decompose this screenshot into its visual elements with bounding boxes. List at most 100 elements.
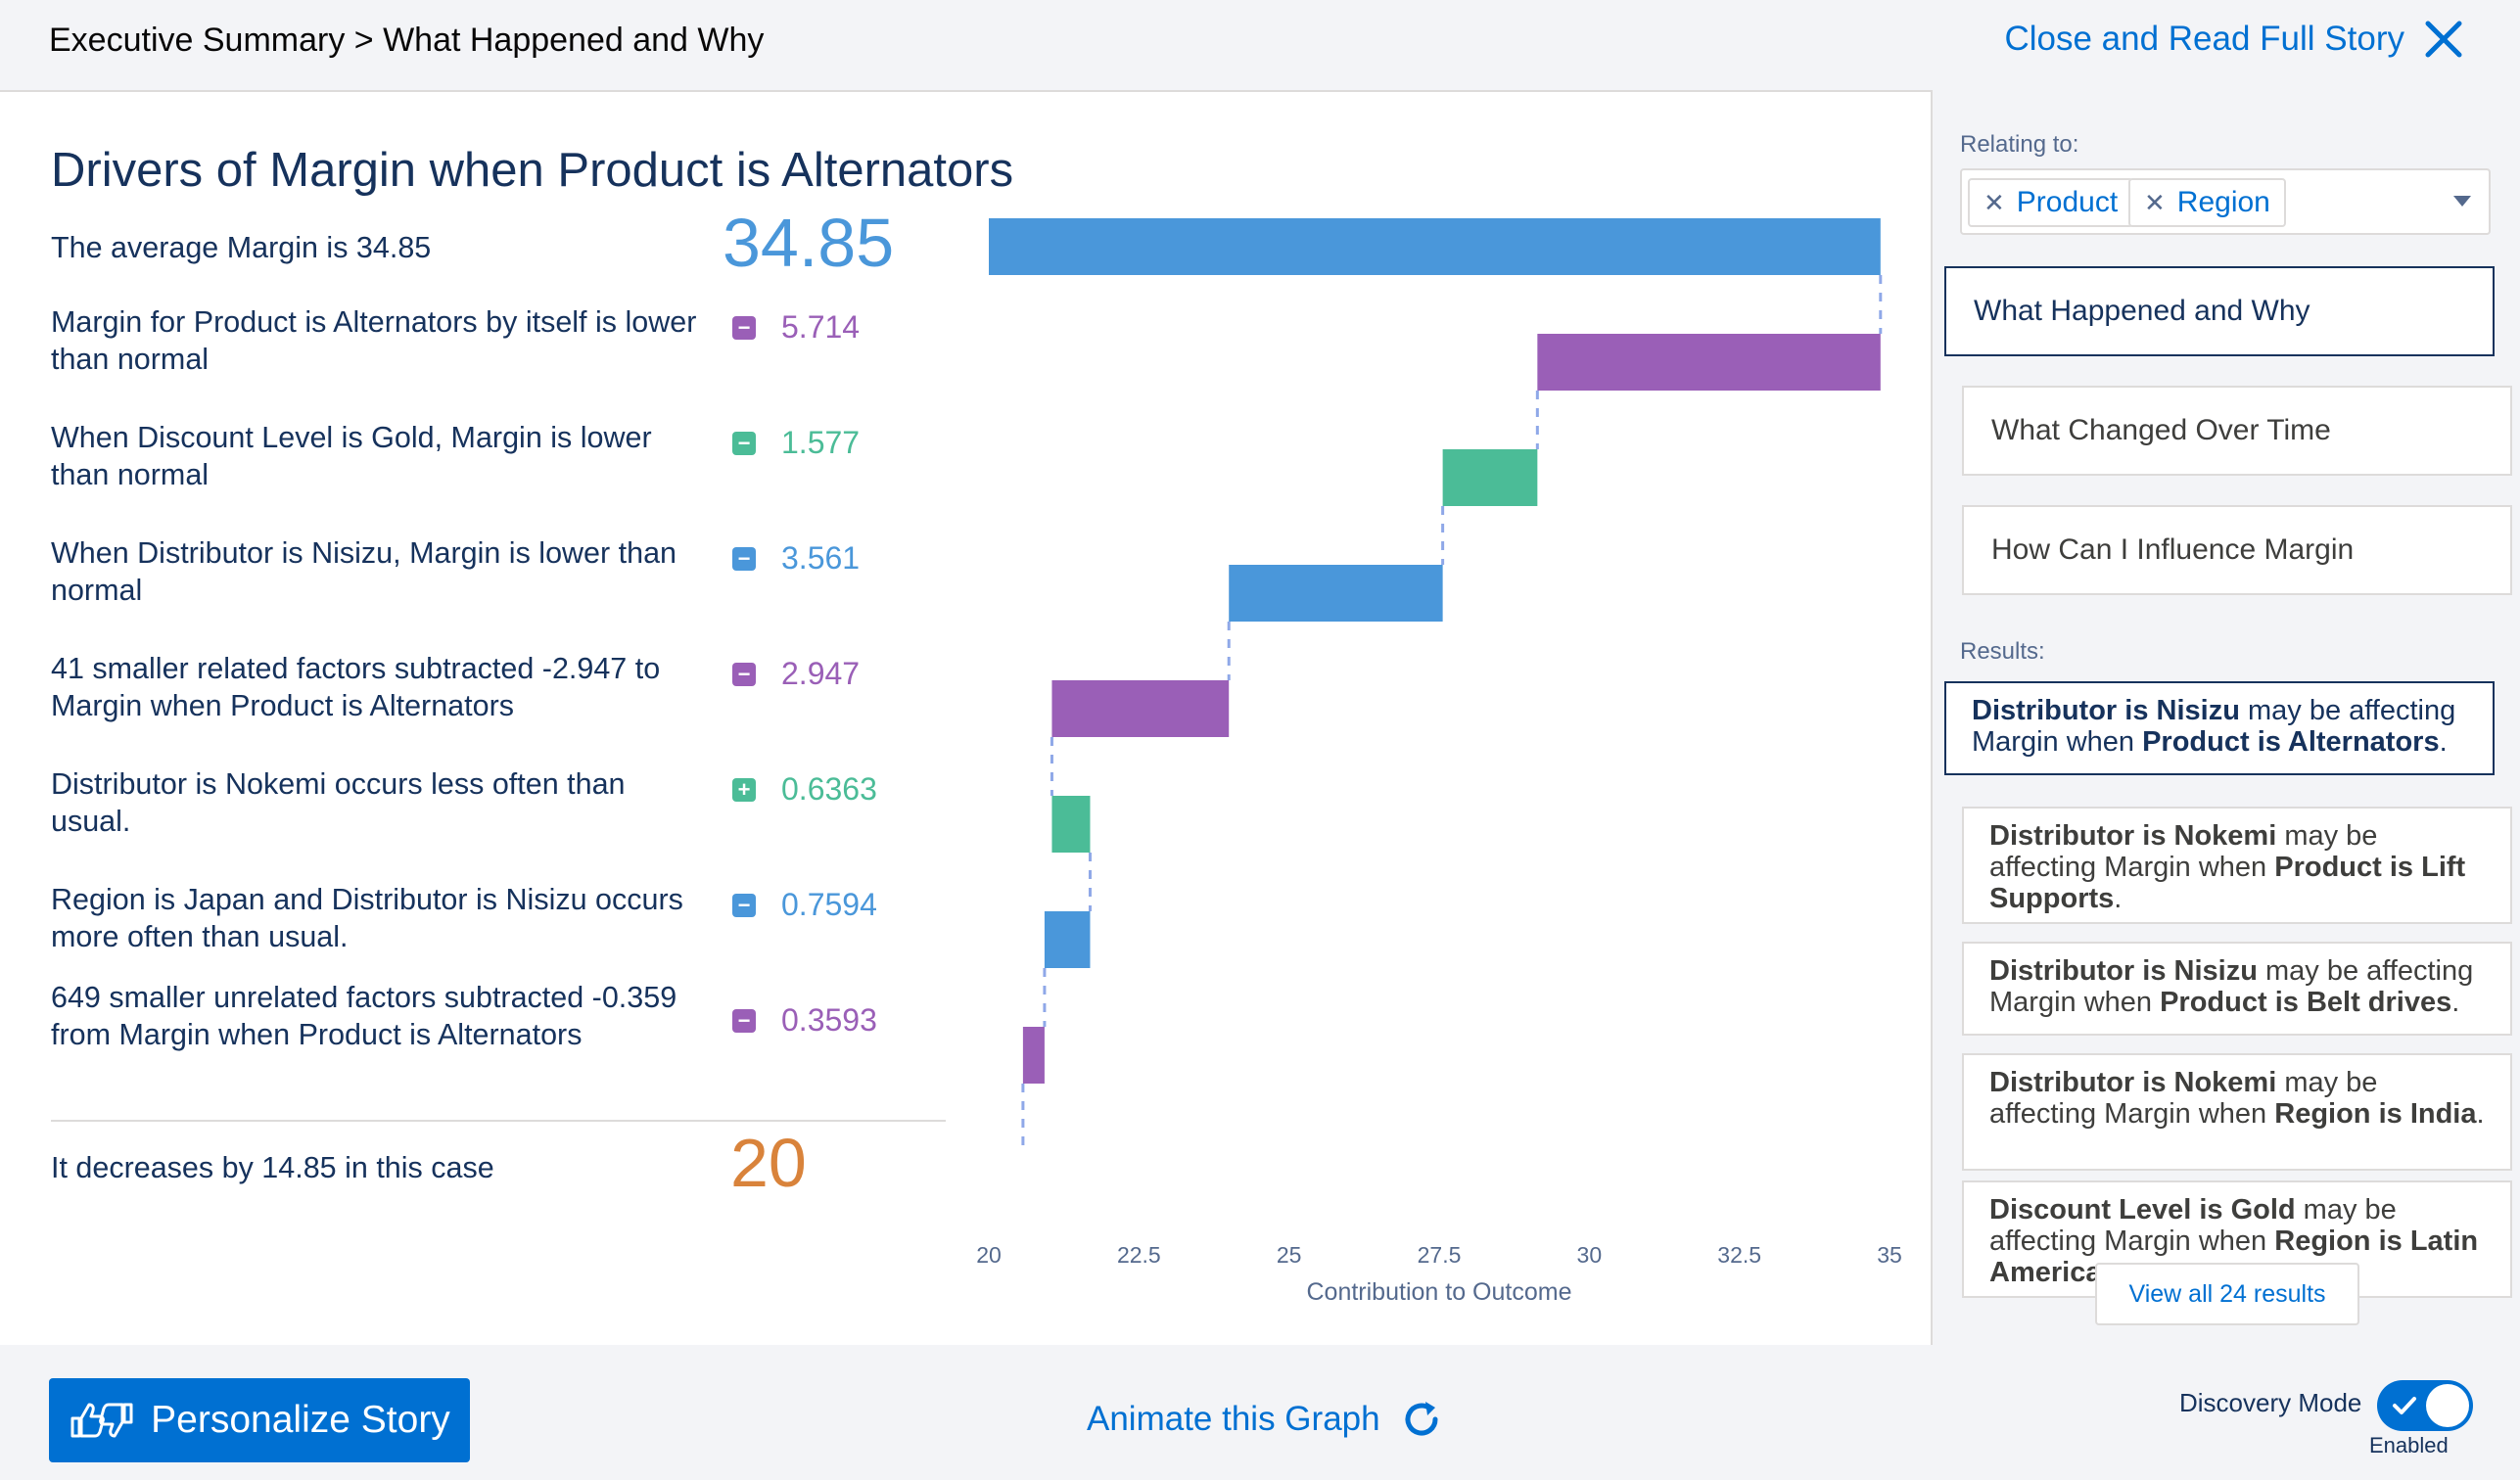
- result-item[interactable]: Distributor is Nisizu may be affecting M…: [1944, 681, 2495, 775]
- waterfall-bar[interactable]: [1442, 449, 1538, 506]
- start-description: The average Margin is 34.85: [51, 231, 432, 264]
- nav-what-happened-and-why[interactable]: What Happened and Why: [1944, 266, 2495, 356]
- factor-value: + 0.6363: [732, 771, 877, 808]
- waterfall-bar[interactable]: [1022, 1027, 1045, 1084]
- close-link-label: Close and Read Full Story: [2004, 20, 2404, 58]
- factor-description: Region is Japan and Distributor is Nisiz…: [51, 883, 683, 953]
- factor-value-text: 2.947: [781, 656, 861, 691]
- remove-icon[interactable]: ✕: [1983, 188, 2005, 218]
- personalize-story-button[interactable]: Personalize Story: [49, 1378, 470, 1462]
- result-text: .: [2476, 1098, 2485, 1130]
- minus-icon: −: [732, 1008, 756, 1033]
- factor-description: 649 smaller unrelated factors subtracted…: [51, 981, 677, 1051]
- nav-how-can-i-influence-margin[interactable]: How Can I Influence Margin: [1962, 505, 2512, 595]
- start-value: 34.85: [723, 205, 895, 281]
- discovery-mode-label: Discovery Mode: [2179, 1388, 2362, 1417]
- factor-value-text: 1.577: [781, 425, 861, 460]
- result-item[interactable]: Distributor is Nokemi may be affecting M…: [1962, 1053, 2512, 1171]
- result-bold-text: Discount Level is Gold: [1989, 1194, 2296, 1226]
- result-bold-text: Product is Alternators: [2142, 726, 2440, 758]
- x-tick-label: 35: [1877, 1242, 1902, 1268]
- factor-value: − 2.947: [732, 656, 860, 692]
- close-icon: [2425, 21, 2462, 58]
- divider: [51, 1120, 946, 1122]
- x-tick-label: 27.5: [1418, 1242, 1462, 1268]
- x-tick-label: 32.5: [1717, 1242, 1761, 1268]
- personalize-label: Personalize Story: [151, 1399, 450, 1441]
- factor-value: − 3.561: [732, 540, 860, 577]
- relating-label: Relating to:: [1960, 131, 2079, 158]
- breadcrumb[interactable]: Executive Summary > What Happened and Wh…: [49, 22, 764, 60]
- x-tick-label: 25: [1277, 1242, 1302, 1268]
- factor-description: When Discount Level is Gold, Margin is l…: [51, 421, 652, 491]
- thumbs-up-down-icon: [70, 1403, 133, 1438]
- factor-description: 41 smaller related factors subtracted -2…: [51, 652, 661, 722]
- x-tick-label: 20: [976, 1242, 1002, 1268]
- waterfall-bar[interactable]: [1537, 334, 1881, 391]
- result-item[interactable]: Distributor is Nisizu may be affecting M…: [1962, 942, 2512, 1036]
- animate-graph-link[interactable]: Animate this Graph: [1087, 1398, 1443, 1441]
- factor-description: When Distributor is Nisizu, Margin is lo…: [51, 536, 677, 607]
- x-axis-title: Contribution to Outcome: [1307, 1278, 1572, 1306]
- minus-icon: −: [732, 662, 756, 686]
- header: Executive Summary > What Happened and Wh…: [0, 0, 2520, 90]
- sidebar: Relating to: ✕ Product ✕ Region What Hap…: [1938, 90, 2520, 1343]
- results-label: Results:: [1960, 638, 2045, 665]
- result-text: .: [2451, 987, 2460, 1018]
- waterfall-bar[interactable]: [1229, 565, 1443, 622]
- replay-icon: [1405, 1402, 1438, 1436]
- discovery-mode-state: Enabled: [2369, 1433, 2449, 1457]
- waterfall-bar[interactable]: [1051, 796, 1091, 853]
- relating-filter-select[interactable]: ✕ Product ✕ Region: [1960, 168, 2491, 235]
- waterfall-bar[interactable]: [1044, 911, 1091, 968]
- waterfall-bar[interactable]: [989, 218, 1881, 275]
- nav-label: What Changed Over Time: [1991, 414, 2331, 446]
- pill-label: Region: [2176, 186, 2270, 218]
- result-bold-text: Distributor is Nisizu: [1989, 955, 2258, 987]
- nav-label: What Happened and Why: [1974, 295, 2310, 327]
- end-description: It decreases by 14.85 in this case: [51, 1151, 494, 1184]
- pill-label: Product: [2016, 186, 2119, 218]
- result-item[interactable]: Distributor is Nokemi may be affecting M…: [1962, 807, 2512, 924]
- factor-value-text: 5.714: [781, 309, 861, 345]
- chevron-down-icon[interactable]: [2453, 196, 2471, 207]
- minus-icon: −: [732, 546, 756, 571]
- result-bold-text: Distributor is Nokemi: [1989, 820, 2277, 852]
- discovery-mode-toggle[interactable]: [2377, 1380, 2473, 1431]
- factor-value: − 0.7594: [732, 887, 877, 923]
- drivers-panel: Drivers of Margin when Product is Altern…: [0, 90, 1933, 1347]
- result-bold-text: Region is India: [2274, 1098, 2477, 1130]
- factor-description: Margin for Product is Alternators by its…: [51, 305, 697, 376]
- result-bold-text: Distributor is Nisizu: [1972, 695, 2240, 726]
- factor-value-text: 0.7594: [781, 887, 877, 922]
- factor-value-text: 3.561: [781, 540, 861, 576]
- factor-value: − 0.3593: [732, 1002, 877, 1039]
- close-and-read-full-story-link[interactable]: Close and Read Full Story: [2004, 18, 2465, 61]
- result-text: .: [2114, 883, 2123, 914]
- factor-description: Distributor is Nokemi occurs less often …: [51, 767, 626, 838]
- animate-label: Animate this Graph: [1087, 1400, 1380, 1438]
- toggle-knob: [2426, 1384, 2469, 1427]
- factor-value: − 5.714: [732, 309, 860, 346]
- check-icon: [2393, 1397, 2416, 1414]
- end-value: 20: [730, 1125, 807, 1201]
- remove-icon[interactable]: ✕: [2144, 188, 2166, 218]
- x-tick-label: 22.5: [1117, 1242, 1161, 1268]
- plus-icon: +: [732, 777, 756, 802]
- x-tick-label: 30: [1577, 1242, 1603, 1268]
- result-bold-text: Product is Belt drives: [2160, 987, 2452, 1018]
- filter-pill-product[interactable]: ✕ Product: [1968, 178, 2134, 227]
- factor-value-text: 0.3593: [781, 1002, 877, 1038]
- factor-value: − 1.577: [732, 425, 860, 461]
- waterfall-bar[interactable]: [1051, 680, 1230, 737]
- minus-icon: −: [732, 315, 756, 340]
- minus-icon: −: [732, 431, 756, 455]
- minus-icon: −: [732, 893, 756, 917]
- results-list[interactable]: Distributor is Nisizu may be affecting M…: [1938, 677, 2520, 1331]
- nav-label: How Can I Influence Margin: [1991, 533, 2355, 566]
- filter-pill-region[interactable]: ✕ Region: [2128, 178, 2286, 227]
- result-bold-text: Distributor is Nokemi: [1989, 1067, 2277, 1098]
- view-all-results-button[interactable]: View all 24 results: [2095, 1263, 2359, 1325]
- factor-value-text: 0.6363: [781, 771, 877, 807]
- nav-what-changed-over-time[interactable]: What Changed Over Time: [1962, 386, 2512, 476]
